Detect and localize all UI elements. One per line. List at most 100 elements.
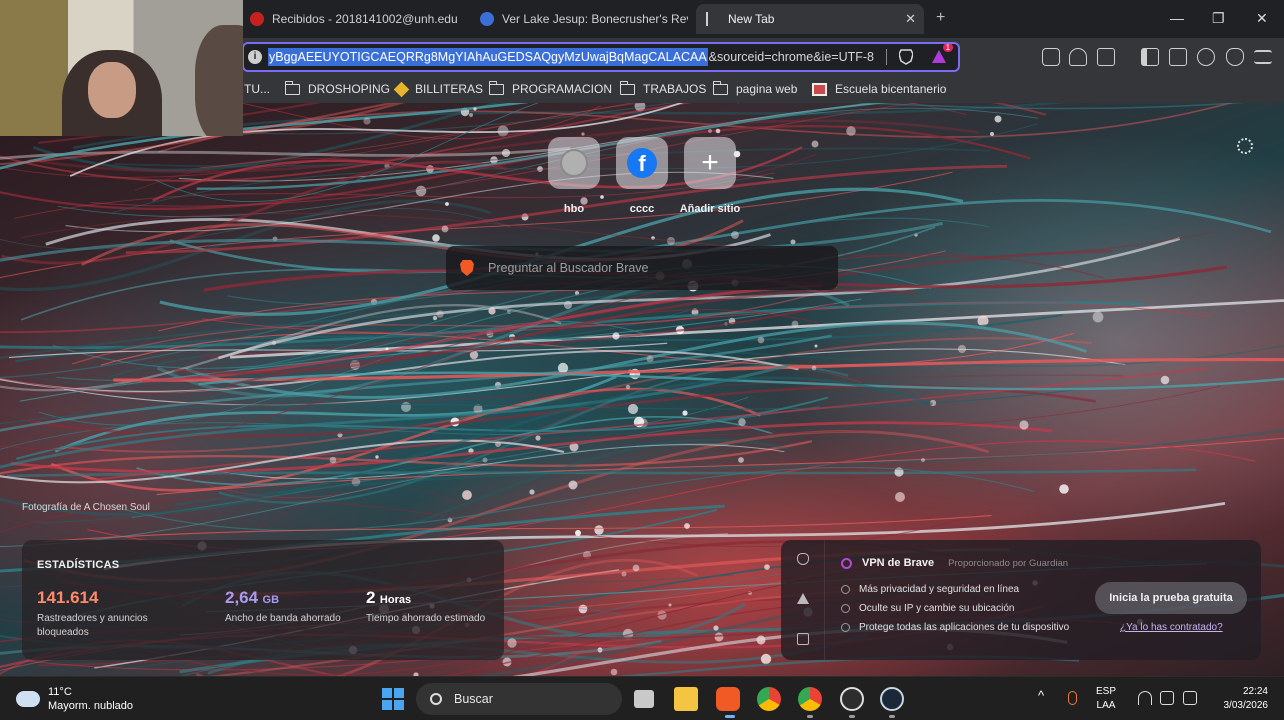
light-dot [581,132,585,136]
windows-start-icon[interactable] [382,688,404,710]
tab-video[interactable]: Ver Lake Jesup: Bonecrusher's Revenge [470,4,688,34]
file-explorer-icon[interactable] [674,687,698,711]
light-dot [557,362,569,374]
battery-icon[interactable] [1183,691,1197,705]
brave-rewards-icon[interactable]: 1 [931,44,954,65]
light-dot [811,365,817,371]
new-tab-page: hbo f cccc + Añadir sitio Fotografía de … [0,103,1284,676]
light-dot [375,455,379,459]
taskbar-search[interactable]: Buscar [416,683,622,715]
top-site-hbo[interactable]: hbo [540,137,608,215]
plus-icon: + [701,146,719,179]
steam-icon[interactable] [880,687,904,711]
bookmark-folder-droshoping[interactable]: DROSHOPING [284,80,390,96]
vpn-shield-icon[interactable] [797,553,809,565]
light-dot [469,113,473,117]
wallet-icon[interactable] [1169,48,1187,66]
puzzle-icon[interactable] [1069,48,1087,66]
top-site-tile[interactable]: + [684,137,736,189]
brave-browser-icon[interactable] [716,687,740,711]
light-dot [575,530,581,536]
warning-icon[interactable] [797,593,809,604]
brave-lion-icon [460,260,474,276]
sidebar-icon[interactable] [1141,48,1159,66]
show-hidden-icons[interactable]: ^ [1038,689,1044,703]
menu-icon[interactable] [1254,50,1272,64]
language-indicator[interactable]: ESP LAA [1096,685,1116,713]
light-dot [738,457,744,463]
light-dot [921,458,925,462]
github-desktop-icon[interactable] [840,687,864,711]
folder-icon [488,80,504,95]
microphone-icon[interactable] [1068,691,1077,705]
extensions-icon[interactable] [1042,48,1060,66]
close-window-button[interactable]: ✕ [1256,10,1268,27]
stat-description: Ancho de banda ahorrado [225,613,341,624]
brave-search-box[interactable] [446,246,838,290]
top-site-tile[interactable] [548,137,600,189]
brave-shields-icon[interactable] [899,49,914,65]
vpn-icon[interactable] [1226,48,1244,66]
chrome-icon[interactable] [757,687,781,711]
bookmark-folder-trabajos[interactable]: TRABAJOS [619,80,706,96]
bookmark-label: TU... [244,82,270,96]
site-info-icon[interactable]: i [248,50,262,64]
light-dot [757,336,765,344]
tab-title: Recibidos - 2018141002@unh.edu.pe [272,12,458,26]
widget-rail [781,540,825,660]
weather-temp: 11°C [48,686,72,698]
clock[interactable]: 22:24 3/03/2026 [1206,685,1269,713]
tab-search-icon[interactable] [1097,48,1115,66]
check-icon [841,604,850,613]
photo-credit[interactable]: Fotografía de A Chosen Soul [22,502,150,513]
stat-bandwidth: 2,64 GB Ancho de banda ahorrado [225,588,345,626]
light-dot [715,128,721,134]
bookmark-folder-programacion[interactable]: PROGRAMACION [488,80,612,96]
chrome-icon[interactable] [798,687,822,711]
add-site-button[interactable]: + Añadir sitio [676,137,744,215]
bookmark-billiteras[interactable]: BILLITERAS [393,81,483,97]
bookmark-item[interactable]: TU... [244,82,270,96]
video-call-icon[interactable] [797,633,809,645]
light-dot [436,310,444,318]
url-selected-text[interactable]: yBggAEEUYOTIGCAEQRRg8MgYIAhAuGEDSAQgyMzU… [268,48,708,66]
volume-icon[interactable] [1160,691,1174,705]
light-dot [488,307,496,315]
tab-gmail[interactable]: Recibidos - 2018141002@unh.edu.pe [240,4,458,34]
address-bar[interactable]: i yBggAEEUYOTIGCAEQRRg8MgYIAhAuGEDSAQgyM… [242,42,960,72]
top-site-cccc[interactable]: f cccc [608,137,676,215]
light-dot [1092,311,1104,323]
bookmark-folder-pagina-web[interactable]: pagina web [712,80,797,96]
stat-value: 141.614 [37,588,99,607]
leo-ai-icon[interactable] [1197,48,1215,66]
url-text[interactable]: &sourceid=chrome&ie=UTF-8 [708,50,874,64]
close-tab-icon[interactable]: ✕ [905,11,916,27]
light-dot [731,231,739,239]
vpn-feature-text: Oculte su IP y cambie su ubicación [859,603,1015,614]
start-trial-button[interactable]: Inicia la prueba gratuita [1095,582,1247,614]
light-dot [271,340,277,346]
task-view-icon[interactable] [634,690,654,708]
minimize-button[interactable]: — [1170,10,1184,26]
vpn-widget: VPN de Brave Proporcionado por Guardian … [781,540,1261,660]
running-indicator [807,715,813,718]
top-site-tile[interactable]: f [616,137,668,189]
weather-widget[interactable]: 11°C Mayorm. nublado [12,685,133,713]
light-dot [668,603,672,607]
vpn-provider: Proporcionado por Guardian [948,557,1069,569]
vpn-feature-text: Más privacidad y seguridad en línea [859,584,1020,595]
search-input[interactable] [488,261,788,275]
new-tab-button[interactable]: + [936,9,945,27]
gmail-icon [250,12,264,26]
search-icon [430,693,442,705]
already-subscribed-link[interactable]: ¿Ya lo has contratado? [1120,622,1223,633]
wifi-icon[interactable] [1138,691,1152,705]
stat-description: Tiempo ahorrado estimado [366,613,486,624]
light-dot [535,435,541,441]
maximize-button[interactable]: ❐ [1212,10,1225,27]
customize-gear-icon[interactable] [1237,138,1253,154]
light-dot [625,384,631,390]
tab-new-tab[interactable]: New Tab ✕ [696,4,924,34]
bookmark-escuela[interactable]: Escuela bicentanerio [812,82,946,96]
tab-title: New Tab [728,12,775,26]
